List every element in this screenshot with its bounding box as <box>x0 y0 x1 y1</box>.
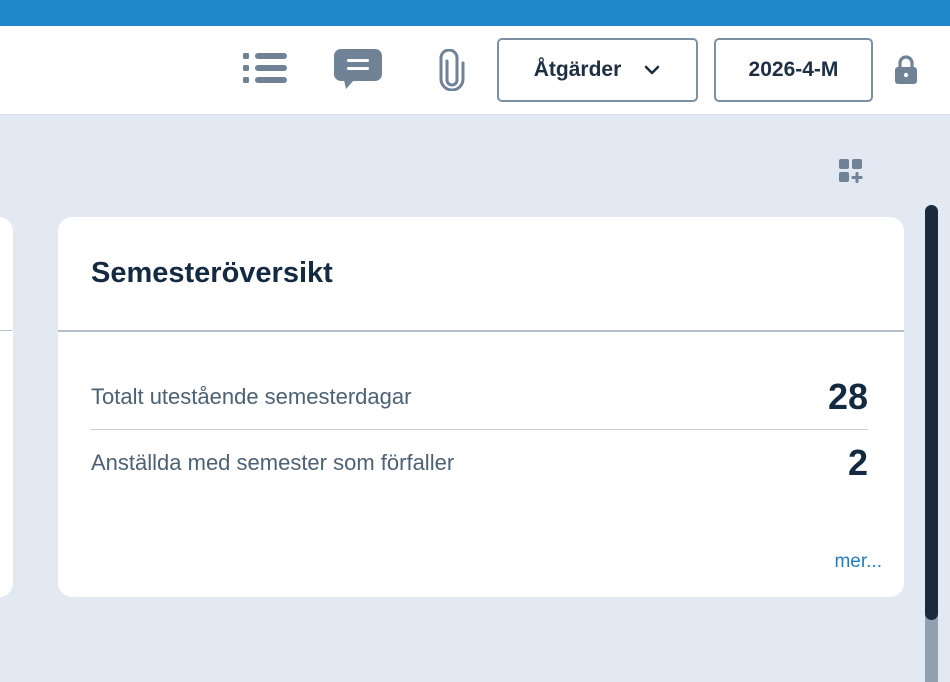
add-widget-icon[interactable] <box>834 154 868 188</box>
row-label: Totalt utestående semesterdagar <box>91 384 412 409</box>
lock-icon[interactable] <box>888 52 924 88</box>
scrollbar-thumb[interactable] <box>925 205 938 620</box>
top-accent-bar <box>0 0 950 26</box>
list-icon[interactable] <box>240 48 290 88</box>
adjacent-card-divider <box>0 330 12 331</box>
comment-icon[interactable] <box>330 46 386 92</box>
period-button[interactable]: 2026-4-M <box>714 38 873 102</box>
paperclip-icon[interactable] <box>432 48 472 92</box>
chevron-down-icon <box>643 58 661 82</box>
list-item[interactable]: Anställda med semester som förfaller 2 <box>91 438 868 488</box>
row-value: 2 <box>847 442 868 483</box>
actions-dropdown-label: Åtgärder <box>533 58 622 81</box>
list-item[interactable]: Totalt utestående semesterdagar 28 <box>91 372 868 422</box>
card-header-divider <box>58 330 904 332</box>
row-label: Anställda med semester som förfaller <box>91 450 455 475</box>
more-link[interactable]: mer... <box>834 551 882 573</box>
adjacent-card-edge <box>0 217 13 597</box>
actions-dropdown[interactable]: Åtgärder <box>497 38 698 102</box>
row-value: 28 <box>827 376 868 417</box>
vacation-overview-card: Semesteröversikt Totalt utestående semes… <box>58 217 904 597</box>
period-label: 2026-4-M <box>748 58 839 81</box>
row-divider <box>91 429 868 430</box>
toolbar: Åtgärder 2026-4-M <box>0 26 950 115</box>
card-title: Semesteröversikt <box>91 257 333 289</box>
